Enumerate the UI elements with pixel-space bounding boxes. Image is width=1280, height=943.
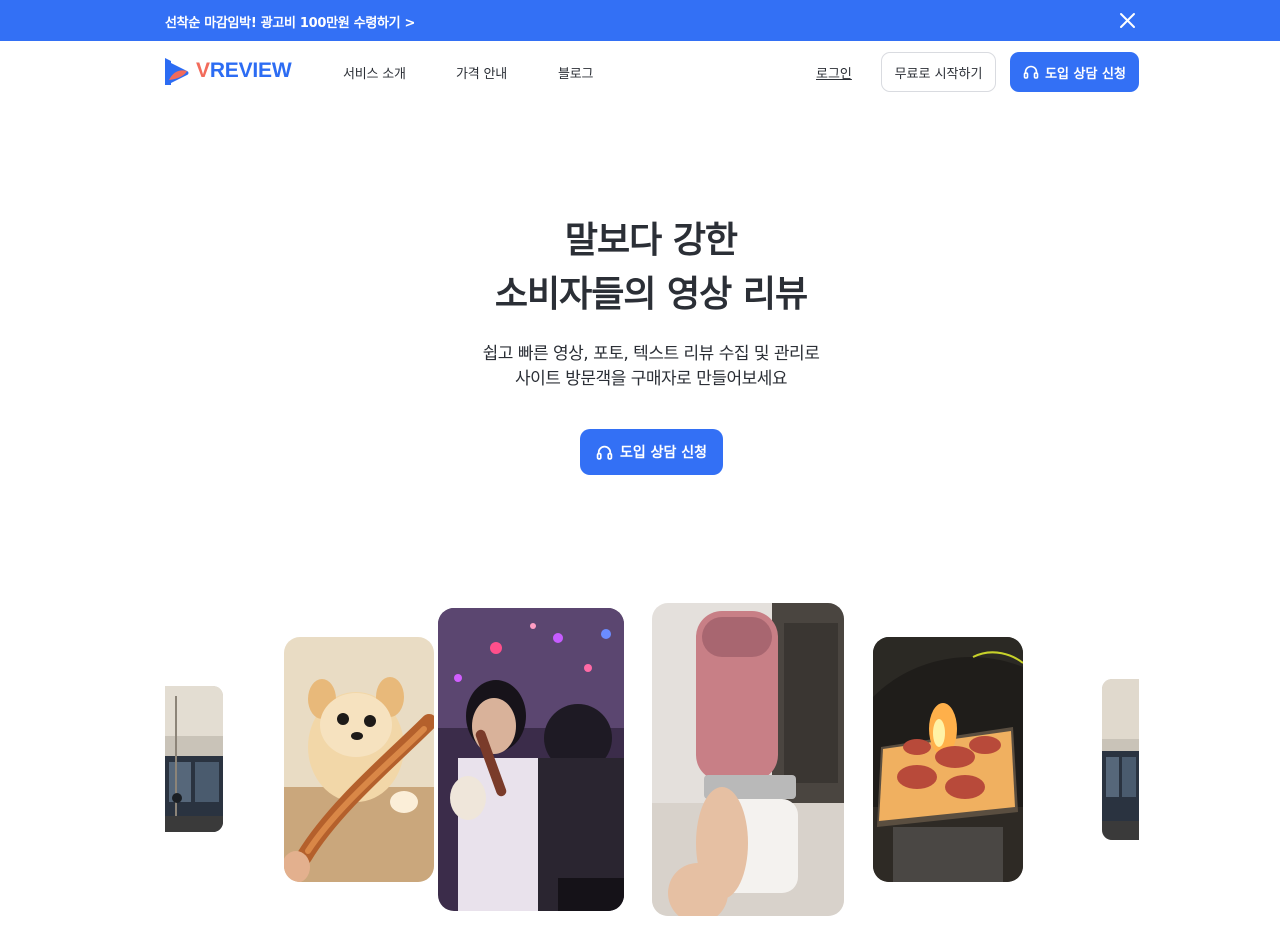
consult-button-label: 도입 상담 신청: [1045, 66, 1126, 82]
hero-title: 말보다 강한 소비자들의 영상 리뷰: [0, 214, 1280, 322]
site-header: VREVIEW 서비스 소개 가격 안내 블로그 로그인 무료로 시작하기 도입…: [0, 41, 1280, 101]
video-card-karaoke[interactable]: [438, 608, 624, 911]
login-link[interactable]: 로그인: [816, 63, 852, 82]
close-icon[interactable]: [1117, 10, 1138, 31]
video-card-scallop-grill[interactable]: [873, 637, 1023, 882]
hero-subtitle: 쉽고 빠른 영상, 포토, 텍스트 리뷰 수집 및 관리로 사이트 방문객을 구…: [0, 342, 1280, 392]
hero-sub-line1: 쉽고 빠른 영상, 포토, 텍스트 리뷰 수집 및 관리로: [482, 344, 820, 364]
hero-title-line2: 소비자들의 영상 리뷰: [494, 274, 808, 315]
promo-link[interactable]: 선착순 마감임박! 광고비 100만원 수령하기 >: [165, 12, 415, 31]
video-card-interior-right[interactable]: [1102, 679, 1139, 840]
start-free-button[interactable]: 무료로 시작하기: [881, 52, 996, 92]
hero-consult-button[interactable]: 도입 상담 신청: [580, 429, 723, 475]
logo-mark-icon: [165, 57, 189, 85]
promo-banner: 선착순 마감임박! 광고비 100만원 수령하기 >: [0, 0, 1280, 41]
hero-sub-line2: 사이트 방문객을 구매자로 만들어보세요: [514, 369, 788, 389]
headset-icon: [596, 445, 613, 460]
logo-wordmark: VREVIEW: [196, 59, 292, 82]
nav-pricing[interactable]: 가격 안내: [456, 63, 507, 82]
hero-consult-label: 도입 상담 신청: [619, 445, 708, 461]
consult-button[interactable]: 도입 상담 신청: [1010, 52, 1139, 92]
hero-title-line1: 말보다 강한: [564, 220, 738, 261]
headset-icon: [1023, 65, 1039, 79]
video-card-smoothie-blender[interactable]: [652, 603, 844, 916]
nav-blog[interactable]: 블로그: [558, 63, 593, 82]
video-card-pomeranian[interactable]: [284, 637, 434, 882]
vreview-logo[interactable]: VREVIEW: [165, 57, 292, 85]
nav-service-intro[interactable]: 서비스 소개: [343, 63, 406, 82]
video-card-interior-left[interactable]: [165, 686, 223, 832]
